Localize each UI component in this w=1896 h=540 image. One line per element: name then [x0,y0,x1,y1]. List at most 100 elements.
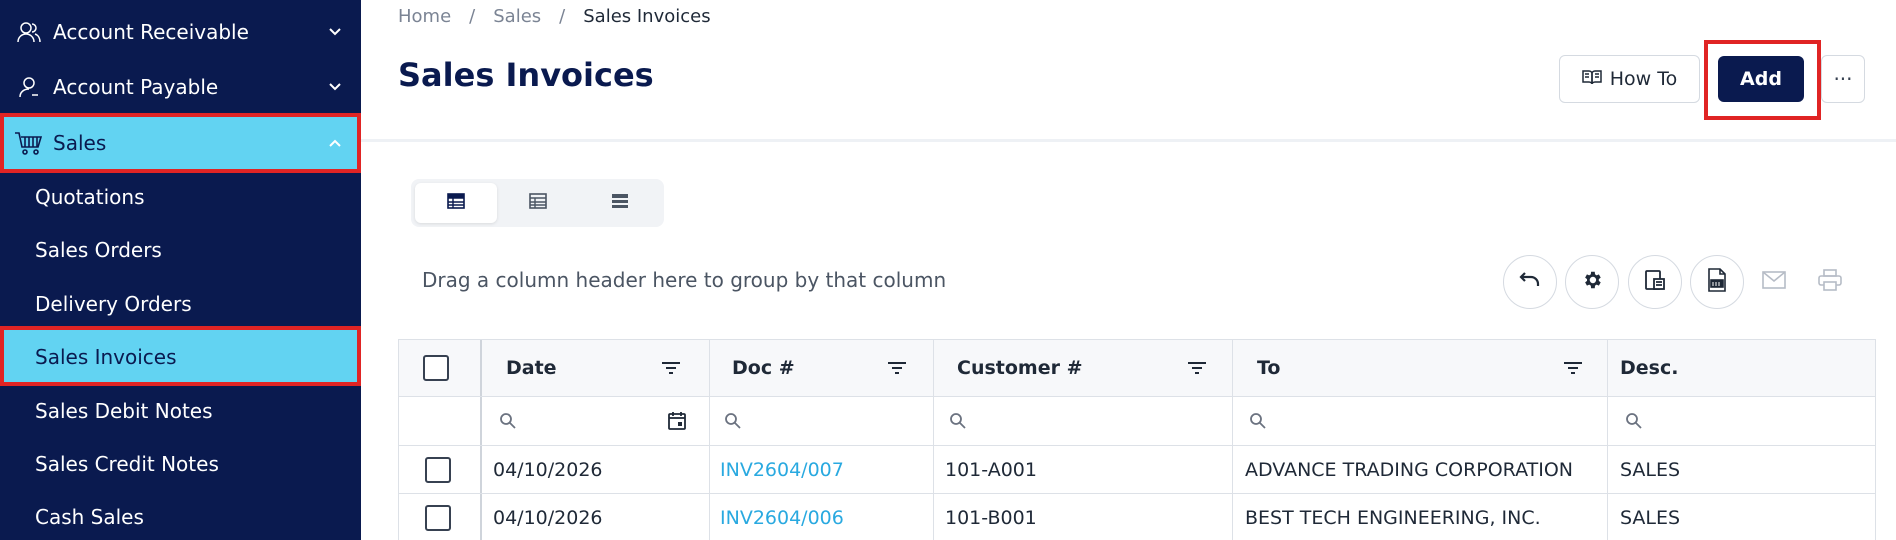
column-divider [1232,494,1233,540]
grid-view-icon [447,193,465,213]
settings-button[interactable] [1565,255,1619,309]
chevron-down-icon [327,79,343,95]
column-divider [1607,397,1608,445]
calendar-icon[interactable] [667,397,687,445]
pdf-icon [1706,268,1728,296]
column-divider [480,340,482,396]
grid-header-row: Date Doc # Customer # To Desc. [399,340,1875,397]
column-header-desc[interactable]: Desc. [1620,340,1678,396]
printer-icon [1818,269,1842,295]
gear-icon [1581,269,1603,295]
users-icon [14,18,44,46]
table-row[interactable]: 04/10/2026 INV2604/006 101-B001 BEST TEC… [399,494,1875,540]
cell-date: 04/10/2026 [493,458,603,481]
cart-icon [14,129,44,157]
view-list-button[interactable] [579,183,661,223]
column-header-customer[interactable]: Customer # [957,340,1083,396]
row-select-cell [425,446,451,493]
cell-customer: 101-B001 [945,506,1037,529]
row-checkbox[interactable] [425,456,451,483]
cell-doc-link[interactable]: INV2604/006 [720,494,844,540]
column-header-doc[interactable]: Doc # [732,340,795,396]
column-divider [1607,340,1608,396]
column-chooser-icon [1644,269,1666,295]
sidebar-item-sales-invoices[interactable]: Sales Invoices [0,330,361,383]
list-view-icon [611,193,629,213]
sidebar-item-sales-credit-notes[interactable]: Sales Credit Notes [0,443,361,485]
sidebar-item-label: Sales Orders [35,238,162,262]
book-icon [1582,68,1602,90]
group-by-hint: Drag a column header here to group by th… [422,268,947,292]
column-divider [480,494,482,540]
sidebar-item-sales[interactable]: Sales [0,117,361,169]
column-divider [933,446,934,493]
view-grid-button[interactable] [415,183,497,223]
column-divider [1232,397,1233,445]
cell-to: BEST TECH ENGINEERING, INC. [1245,506,1541,529]
breadcrumb-sales[interactable]: Sales [493,6,541,27]
column-header-to[interactable]: To [1257,340,1281,396]
select-all-checkbox[interactable] [423,355,449,381]
breadcrumb-home[interactable]: Home [398,6,451,27]
page-title: Sales Invoices [398,56,654,94]
breadcrumb: Home / Sales / Sales Invoices [398,4,711,28]
search-icon [499,397,517,445]
row-select-cell [425,494,451,540]
sidebar-item-cash-sales[interactable]: Cash Sales [0,496,361,538]
export-pdf-button[interactable] [1690,255,1744,309]
sidebar-item-delivery-orders[interactable]: Delivery Orders [0,283,361,325]
sidebar: Account Receivable Account Payable Sales… [0,0,361,540]
sidebar-item-account-payable[interactable]: Account Payable [0,67,361,107]
more-options-button[interactable]: ··· [1821,55,1865,103]
search-icon [1625,397,1643,445]
more-icon: ··· [1833,67,1853,91]
sidebar-item-label: Cash Sales [35,505,144,529]
sidebar-item-account-receivable[interactable]: Account Receivable [0,12,361,52]
sidebar-item-label: Sales Credit Notes [35,452,219,476]
cell-to: ADVANCE TRADING CORPORATION [1245,458,1574,481]
sidebar-item-label: Delivery Orders [35,292,192,316]
column-chooser-button[interactable] [1628,255,1682,309]
select-all-cell [423,340,449,396]
breadcrumb-separator: / [469,5,476,27]
column-divider [480,397,482,445]
filter-icon[interactable] [1187,360,1207,379]
sidebar-item-label: Sales Debit Notes [35,399,213,423]
cell-doc-link[interactable]: INV2604/007 [720,446,844,493]
column-divider [1232,340,1233,396]
sidebar-item-label: Sales Invoices [35,344,177,369]
filter-icon[interactable] [1563,360,1583,379]
sidebar-item-label: Account Receivable [53,20,249,44]
cell-date: 04/10/2026 [493,506,603,529]
column-divider [1607,494,1608,540]
row-checkbox[interactable] [425,504,451,531]
user-icon [14,73,44,101]
column-divider [933,397,934,445]
print-button[interactable] [1813,265,1847,299]
column-divider [1607,446,1608,493]
column-divider [709,446,710,493]
email-button[interactable] [1757,265,1791,299]
add-button[interactable]: Add [1718,56,1804,102]
sidebar-item-sales-debit-notes[interactable]: Sales Debit Notes [0,390,361,432]
search-icon [724,397,742,445]
chevron-down-icon [327,24,343,40]
table-row[interactable]: 04/10/2026 INV2604/007 101-A001 ADVANCE … [399,446,1875,494]
column-divider [1232,446,1233,493]
undo-icon [1519,271,1541,293]
column-divider [933,340,934,396]
filter-icon[interactable] [661,360,681,379]
column-header-date[interactable]: Date [506,340,557,396]
how-to-button[interactable]: How To [1559,55,1700,103]
header-divider [361,139,1896,142]
invoices-grid: Date Doc # Customer # To Desc. 04/10/202… [398,339,1876,540]
column-divider [933,494,934,540]
search-icon [949,397,967,445]
sidebar-item-sales-orders[interactable]: Sales Orders [0,229,361,271]
view-toggle [411,179,664,227]
undo-button[interactable] [1503,255,1557,309]
filter-icon[interactable] [887,360,907,379]
sidebar-item-label: Quotations [35,185,145,209]
sidebar-item-quotations[interactable]: Quotations [0,176,361,218]
view-table-button[interactable] [497,183,579,223]
